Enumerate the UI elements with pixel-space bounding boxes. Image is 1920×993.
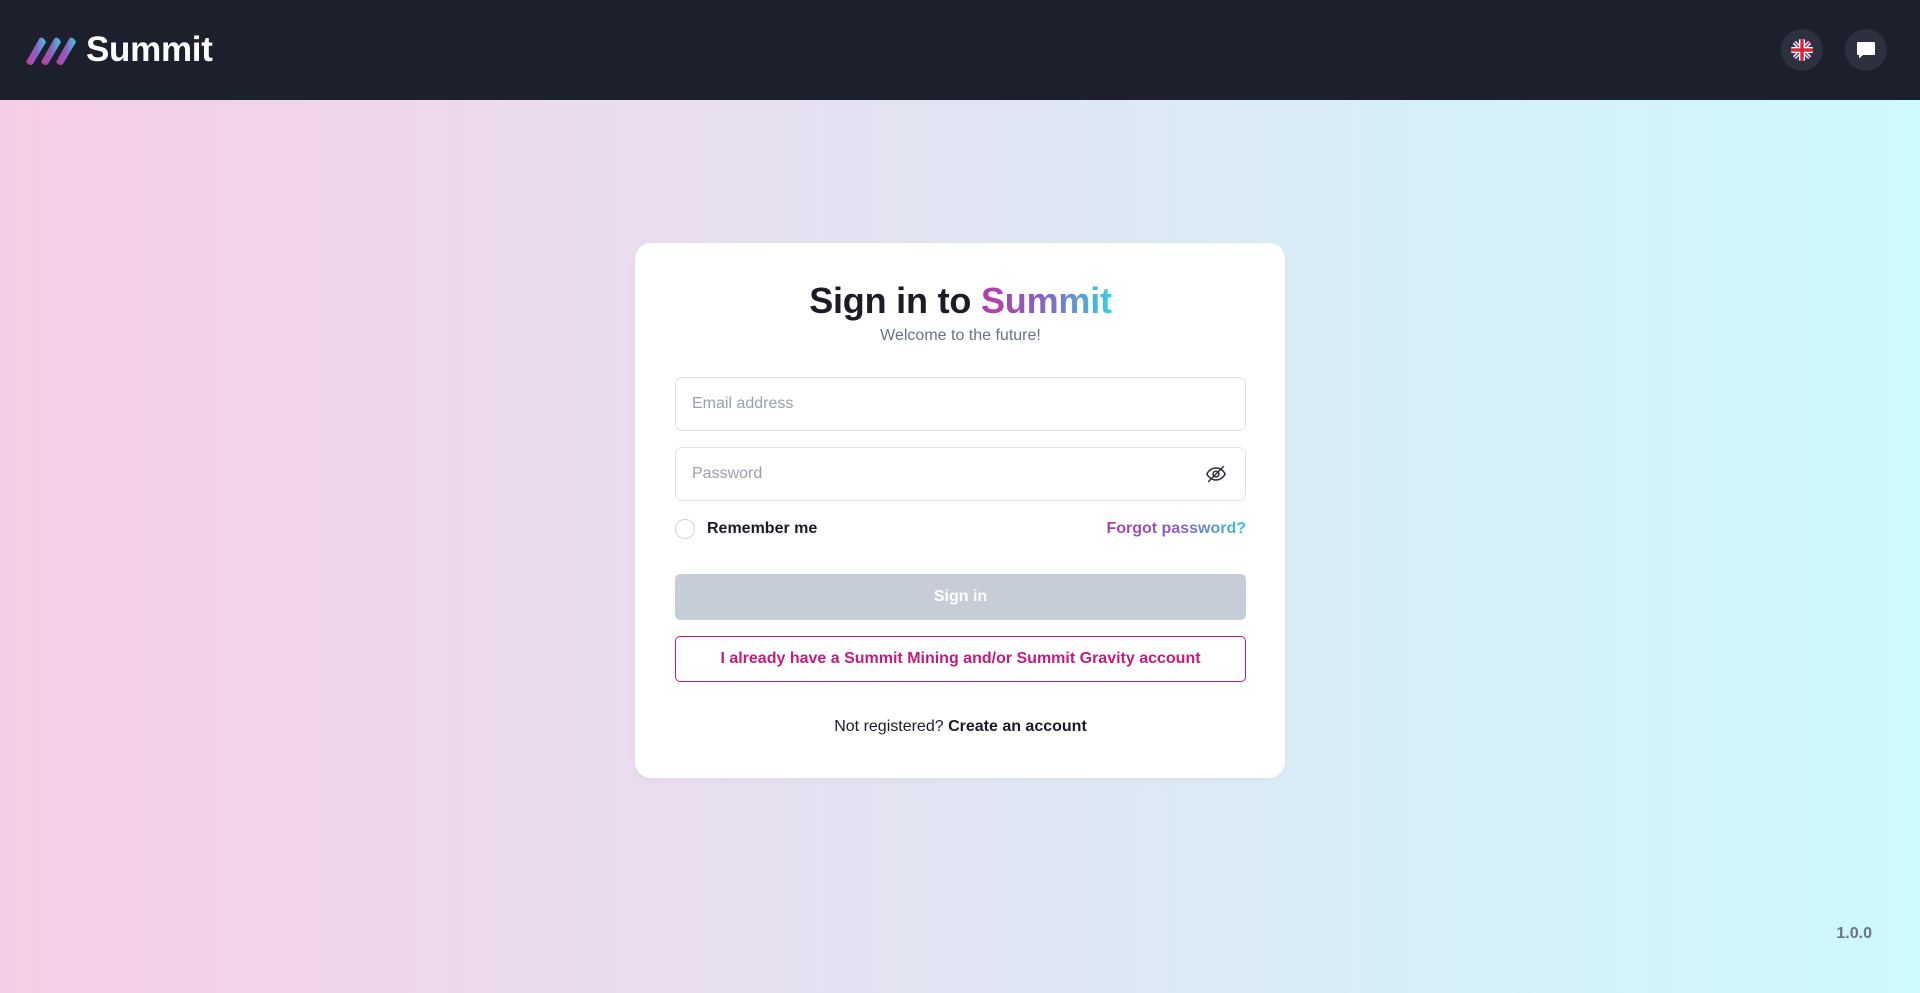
title-prefix: Sign in to <box>809 280 972 321</box>
email-input[interactable] <box>676 378 1245 430</box>
options-row: Remember me Forgot password? <box>675 519 1246 539</box>
remember-me-label: Remember me <box>707 520 818 537</box>
brand[interactable]: Summit <box>22 30 213 70</box>
remember-me-checkbox[interactable] <box>675 519 695 539</box>
email-field-wrapper <box>675 377 1246 431</box>
password-input[interactable] <box>676 448 1245 500</box>
title-brand: Summit <box>980 280 1112 321</box>
page-title: Sign in to Summit <box>675 283 1246 319</box>
subtitle: Welcome to the future! <box>880 327 1041 344</box>
create-account-link[interactable]: Create an account <box>948 718 1087 735</box>
summit-logo-icon <box>26 37 76 65</box>
sign-in-button[interactable]: Sign in <box>675 574 1246 620</box>
top-navigation-bar: Summit <box>0 0 1920 100</box>
password-field-wrapper <box>675 447 1246 501</box>
sign-in-card: Sign in to Summit Welcome to the future!… <box>635 243 1285 778</box>
forgot-password-link[interactable]: Forgot password? <box>1106 520 1246 538</box>
remember-me-control[interactable]: Remember me <box>675 519 817 539</box>
eye-off-icon[interactable] <box>1205 463 1227 485</box>
register-prompt: Not registered? Create an account <box>675 718 1246 736</box>
chat-button[interactable] <box>1845 29 1887 71</box>
top-actions <box>1781 29 1887 71</box>
app-version: 1.0.0 <box>1836 925 1872 942</box>
chat-bubble-icon <box>1857 42 1875 59</box>
legacy-account-button[interactable]: I already have a Summit Mining and/or Su… <box>675 636 1246 682</box>
brand-name: Summit <box>86 30 213 69</box>
uk-flag-icon <box>1791 39 1813 61</box>
register-prompt-text: Not registered? <box>834 718 944 735</box>
language-selector-button[interactable] <box>1781 29 1823 71</box>
